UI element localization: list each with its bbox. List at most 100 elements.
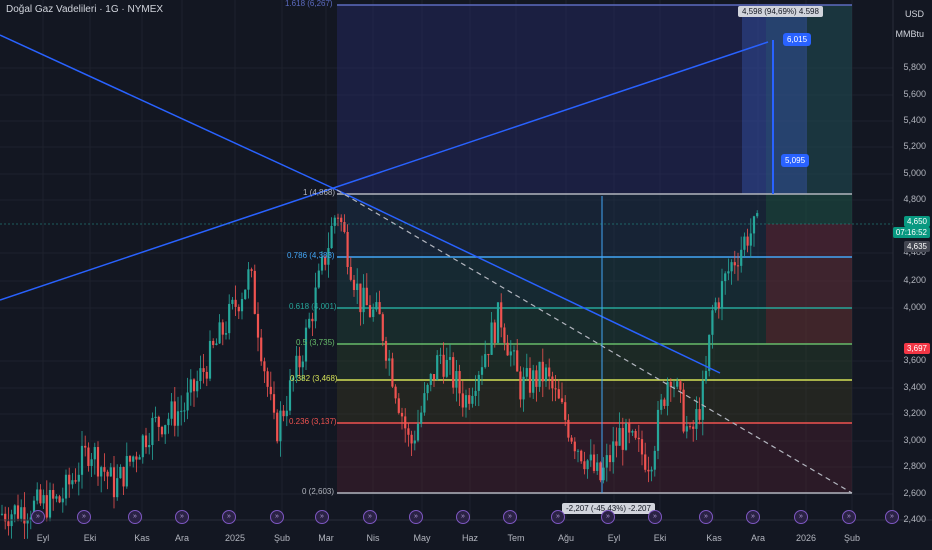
economic-event-icon[interactable]: »: [746, 510, 760, 524]
candle-body: [288, 380, 292, 411]
economic-event-icon[interactable]: »: [456, 510, 470, 524]
economic-event-icon[interactable]: »: [503, 510, 517, 524]
price-tick-label: 5,600: [903, 89, 926, 99]
economic-event-icon[interactable]: »: [270, 510, 284, 524]
candle-body: [298, 355, 301, 368]
candle-body: [756, 213, 759, 217]
price-tick-label: 5,400: [903, 115, 926, 125]
candle-body: [58, 496, 61, 503]
candle-body: [234, 299, 237, 307]
candle-body: [650, 469, 653, 472]
candle-body: [397, 398, 400, 413]
candle-body: [413, 440, 416, 444]
candle-body: [612, 441, 615, 463]
economic-event-icon[interactable]: »: [794, 510, 808, 524]
price-tick-label: 4,800: [903, 194, 926, 204]
candle-body: [77, 474, 80, 482]
candle-body: [592, 454, 596, 471]
candle-body: [637, 437, 640, 440]
measure-top-label: 4,598 (94,69%) 4.598: [738, 6, 823, 17]
candle-body: [343, 222, 346, 232]
target-high-tag[interactable]: 6,015: [783, 33, 812, 46]
candle-body: [426, 384, 429, 394]
economic-event-icon[interactable]: »: [31, 510, 45, 524]
price-tick-label: 5,200: [903, 141, 926, 151]
candle-body: [522, 376, 525, 400]
candle-body: [352, 279, 356, 291]
economic-event-icon[interactable]: »: [885, 510, 899, 524]
candle-body: [477, 374, 480, 391]
fib-level-label: 0 (2,603): [302, 487, 335, 496]
candle-body: [244, 289, 247, 300]
candle-body: [90, 459, 93, 466]
economic-event-icon[interactable]: »: [128, 510, 142, 524]
economic-event-icon[interactable]: »: [648, 510, 662, 524]
price-tick-label: 4,200: [903, 275, 926, 285]
economic-event-icon[interactable]: »: [842, 510, 856, 524]
candle-body: [122, 466, 125, 487]
candle-body: [580, 450, 583, 462]
candle-body: [368, 305, 372, 317]
candle-body: [269, 386, 272, 395]
economic-event-icon[interactable]: »: [175, 510, 189, 524]
candle-body: [749, 233, 752, 246]
candle-body: [416, 423, 420, 441]
candle-body: [496, 302, 500, 343]
candle-body: [173, 401, 176, 426]
candle-body: [260, 337, 263, 362]
economic-event-icon[interactable]: »: [601, 510, 615, 524]
candle-body: [602, 467, 605, 481]
candle-body: [740, 249, 743, 266]
candle-body: [730, 262, 733, 272]
candle-body: [656, 409, 660, 451]
candle-body: [448, 357, 452, 360]
candle-body: [301, 361, 304, 368]
candle-body: [676, 381, 679, 387]
candle-body: [698, 409, 701, 420]
candle-body: [560, 398, 564, 403]
target-low-tag[interactable]: 5,095: [781, 154, 810, 167]
economic-event-icon[interactable]: »: [222, 510, 236, 524]
candle-body: [48, 490, 52, 518]
candle-body: [384, 340, 388, 361]
candle-body: [7, 521, 10, 527]
candle-body: [61, 498, 64, 503]
candle-body: [541, 361, 544, 382]
candle-body: [484, 354, 487, 368]
economic-event-icon[interactable]: »: [77, 510, 91, 524]
candle-body: [375, 302, 378, 310]
candle-body: [330, 225, 333, 249]
candle-body: [394, 386, 397, 399]
economic-event-icon[interactable]: »: [551, 510, 565, 524]
candle-body: [109, 467, 112, 477]
candle-body: [490, 322, 493, 355]
economic-event-icon[interactable]: »: [409, 510, 423, 524]
candle-body: [746, 236, 749, 246]
candle-body: [695, 409, 698, 429]
stop-level-badge: 3,697: [903, 343, 930, 354]
candle-body: [282, 410, 285, 417]
candle-body: [487, 354, 490, 356]
time-tick-label: Ara: [750, 533, 766, 543]
price-chart[interactable]: [0, 0, 932, 550]
candle-body: [445, 359, 448, 377]
candle-body: [250, 269, 253, 271]
economic-event-icon[interactable]: »: [315, 510, 329, 524]
candle-body: [564, 402, 567, 420]
candle-body: [144, 435, 148, 448]
currency-label[interactable]: USD: [905, 9, 924, 19]
candle-body: [372, 309, 375, 317]
candle-body: [170, 401, 173, 419]
candle-body: [752, 216, 756, 234]
candle-body: [391, 358, 394, 387]
candle-body: [688, 426, 692, 428]
economic-event-icon[interactable]: »: [363, 510, 377, 524]
economic-event-icon[interactable]: »: [699, 510, 713, 524]
candle-body: [164, 425, 167, 435]
unit-label[interactable]: MMBtu: [895, 29, 924, 39]
candle-body: [333, 217, 336, 226]
candle-body: [743, 236, 746, 250]
candle-body: [202, 368, 205, 372]
chart-title[interactable]: Doğal Gaz Vadelileri · 1G · NYMEX: [6, 4, 163, 15]
candle-body: [263, 361, 266, 372]
